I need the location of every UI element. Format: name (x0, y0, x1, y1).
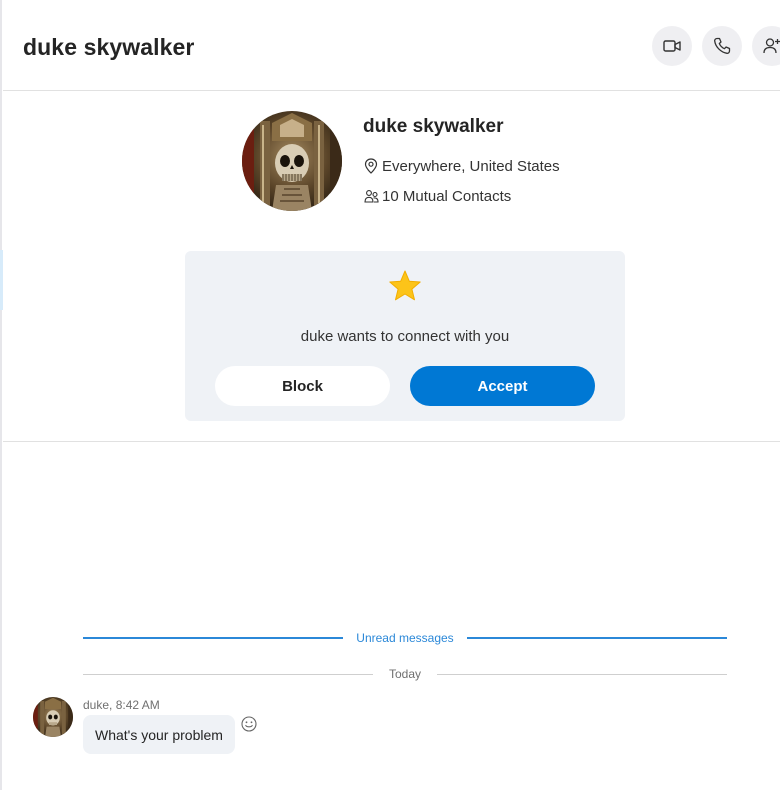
chat-window: duke skywalker duke skywalker Everywhere… (0, 0, 780, 790)
left-panel-edge (0, 0, 2, 790)
left-panel-selection-accent (0, 250, 3, 310)
date-divider-line-right (437, 674, 727, 675)
profile-mutual-contacts-row: 10 Mutual Contacts (363, 187, 511, 205)
profile-avatar[interactable] (242, 111, 342, 211)
video-camera-icon (663, 40, 681, 52)
unread-divider-line-left (83, 637, 343, 639)
unread-divider-line-right (467, 637, 727, 639)
contact-request-card: duke wants to connect with you Block Acc… (185, 251, 625, 421)
skull-avatar-image (242, 111, 342, 211)
add-people-button[interactable] (752, 26, 780, 66)
unread-messages-label: Unread messages (356, 631, 454, 645)
message-sender-time: duke, 8:42 AM (83, 698, 160, 712)
block-button[interactable]: Block (215, 366, 390, 406)
contact-request-message: duke wants to connect with you (300, 328, 510, 345)
audio-call-button[interactable] (702, 26, 742, 66)
profile-location: Everywhere, United States (382, 157, 560, 175)
profile-section-divider (3, 441, 780, 442)
phone-icon (714, 37, 731, 54)
skull-avatar-image (33, 697, 73, 737)
message-text: What's your problem (95, 726, 223, 743)
video-call-button[interactable] (652, 26, 692, 66)
location-pin-icon (363, 157, 379, 175)
star-icon (389, 270, 421, 301)
chat-title[interactable]: duke skywalker (23, 34, 194, 61)
sender-avatar[interactable] (33, 697, 73, 737)
profile-location-row: Everywhere, United States (363, 157, 560, 175)
profile-mutual-contacts[interactable]: 10 Mutual Contacts (382, 188, 511, 205)
profile-name: duke skywalker (363, 116, 504, 137)
people-icon (363, 187, 379, 205)
emoji-reaction-icon[interactable] (240, 715, 258, 733)
chat-header: duke skywalker (3, 0, 780, 91)
message-bubble[interactable]: What's your problem (83, 715, 235, 754)
date-divider-label: Today (388, 667, 422, 681)
accept-button[interactable]: Accept (410, 366, 595, 406)
add-person-icon (763, 38, 780, 54)
date-divider-line-left (83, 674, 373, 675)
